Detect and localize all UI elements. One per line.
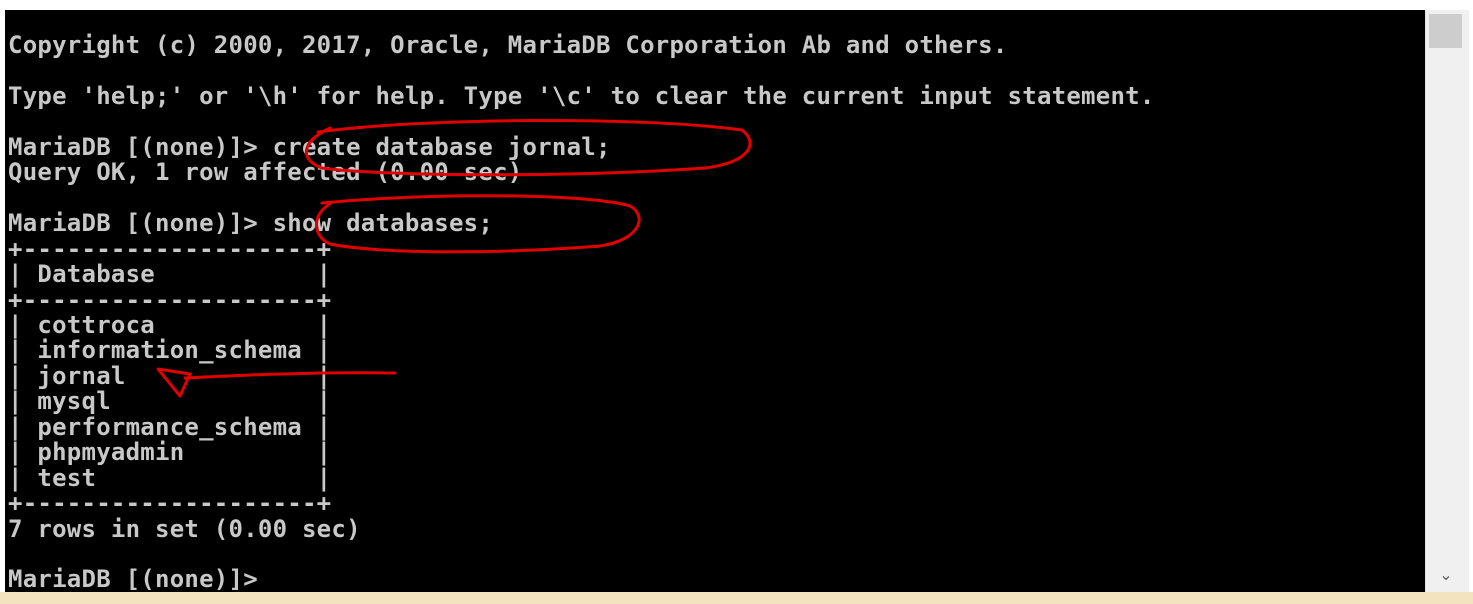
chevron-down-icon[interactable]: ⌄ <box>1431 562 1461 588</box>
table-row: | cottroca | <box>8 311 332 339</box>
show-databases-command: MariaDB [(none)]> show databases; <box>8 209 494 237</box>
table-row: | jornal | <box>8 362 332 390</box>
rows-in-set-line: 7 rows in set (0.00 sec) <box>8 515 361 543</box>
table-border-bottom: +--------------------+ <box>8 489 332 517</box>
bottom-border-bar <box>0 592 1473 604</box>
table-row: | phpmyadmin | <box>8 438 332 466</box>
table-header-row: | Database | <box>8 260 332 288</box>
prompt-line: MariaDB [(none)]> <box>8 565 258 592</box>
query-ok-line: Query OK, 1 row affected (0.00 sec) <box>8 158 523 186</box>
table-border-mid: +--------------------+ <box>8 286 332 314</box>
console-window[interactable]: Copyright (c) 2000, 2017, Oracle, MariaD… <box>5 10 1425 592</box>
scroll-thumb[interactable] <box>1429 14 1462 48</box>
create-database-command: MariaDB [(none)]> create database jornal… <box>8 133 611 161</box>
copyright-line: Copyright (c) 2000, 2017, Oracle, MariaD… <box>8 31 1008 59</box>
table-row: | information_schema | <box>8 336 332 364</box>
help-line: Type 'help;' or '\h' for help. Type '\c'… <box>8 82 1155 110</box>
vertical-scrollbar[interactable]: ⌄ <box>1425 10 1469 592</box>
table-border-top: +--------------------+ <box>8 235 332 263</box>
screenshot-frame: Copyright (c) 2000, 2017, Oracle, MariaD… <box>0 0 1473 604</box>
table-row: | test | <box>8 464 332 492</box>
table-row: | performance_schema | <box>8 413 332 441</box>
table-row: | mysql | <box>8 387 332 415</box>
